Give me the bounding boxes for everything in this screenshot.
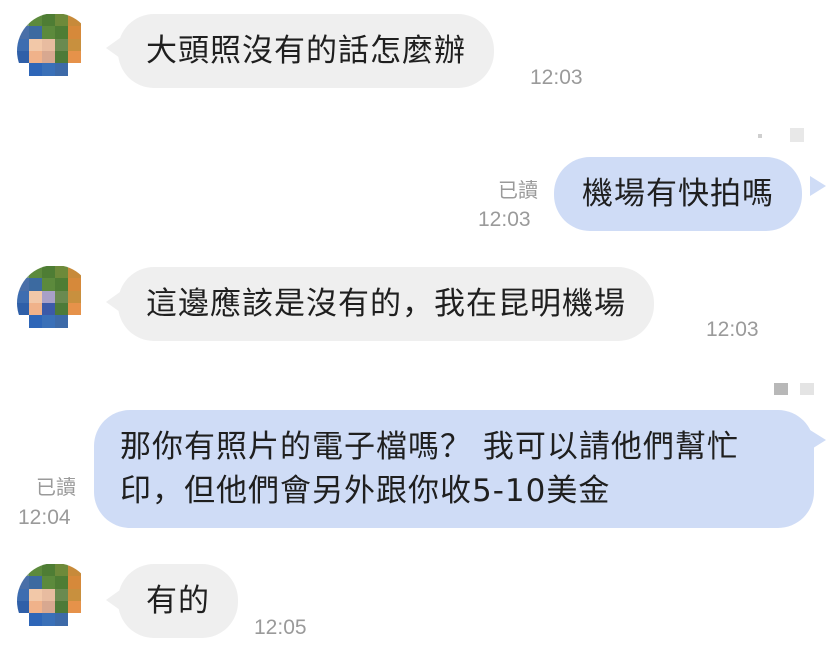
bubble-tail	[810, 430, 826, 450]
outgoing-message-bubble[interactable]: 機場有快拍嗎	[554, 157, 802, 231]
message-text: 機場有快拍嗎	[582, 176, 774, 212]
outgoing-message-bubble[interactable]: 那你有照片的電子檔嗎？ 我可以請他們幫忙 印，但他們會另外跟你收5-10美金	[94, 410, 814, 528]
message-text: 大頭照沒有的話怎麼辦	[146, 33, 466, 69]
read-status: 已讀	[36, 475, 76, 499]
incoming-message-bubble[interactable]: 大頭照沒有的話怎麼辦	[118, 14, 494, 88]
faint-indicator	[790, 128, 804, 142]
contact-avatar[interactable]	[16, 564, 94, 638]
message-text-line: 印，但他們會另外跟你收5-10美金	[120, 473, 611, 509]
message-text: 有的	[146, 583, 210, 619]
faint-indicator	[774, 383, 788, 395]
message-timestamp: 12:04	[18, 506, 71, 529]
read-receipt: 已讀	[478, 177, 538, 204]
message-timestamp: 12:03	[530, 66, 583, 89]
incoming-message-bubble[interactable]: 有的	[118, 564, 238, 638]
read-receipt: 已讀	[16, 474, 76, 501]
message-timestamp: 12:03	[706, 318, 759, 341]
bubble-tail	[810, 176, 826, 196]
message-text: 這邊應該是沒有的，我在昆明機場	[146, 286, 626, 322]
message-timestamp: 12:03	[478, 208, 531, 231]
read-status: 已讀	[498, 178, 538, 202]
faint-indicator	[800, 383, 814, 395]
incoming-message-bubble[interactable]: 這邊應該是沒有的，我在昆明機場	[118, 267, 654, 341]
message-timestamp: 12:05	[254, 616, 307, 639]
faint-indicator	[758, 134, 762, 138]
message-text-line: 那你有照片的電子檔嗎？ 我可以請他們幫忙	[120, 429, 739, 465]
contact-avatar[interactable]	[16, 266, 94, 340]
contact-avatar[interactable]	[16, 14, 94, 88]
